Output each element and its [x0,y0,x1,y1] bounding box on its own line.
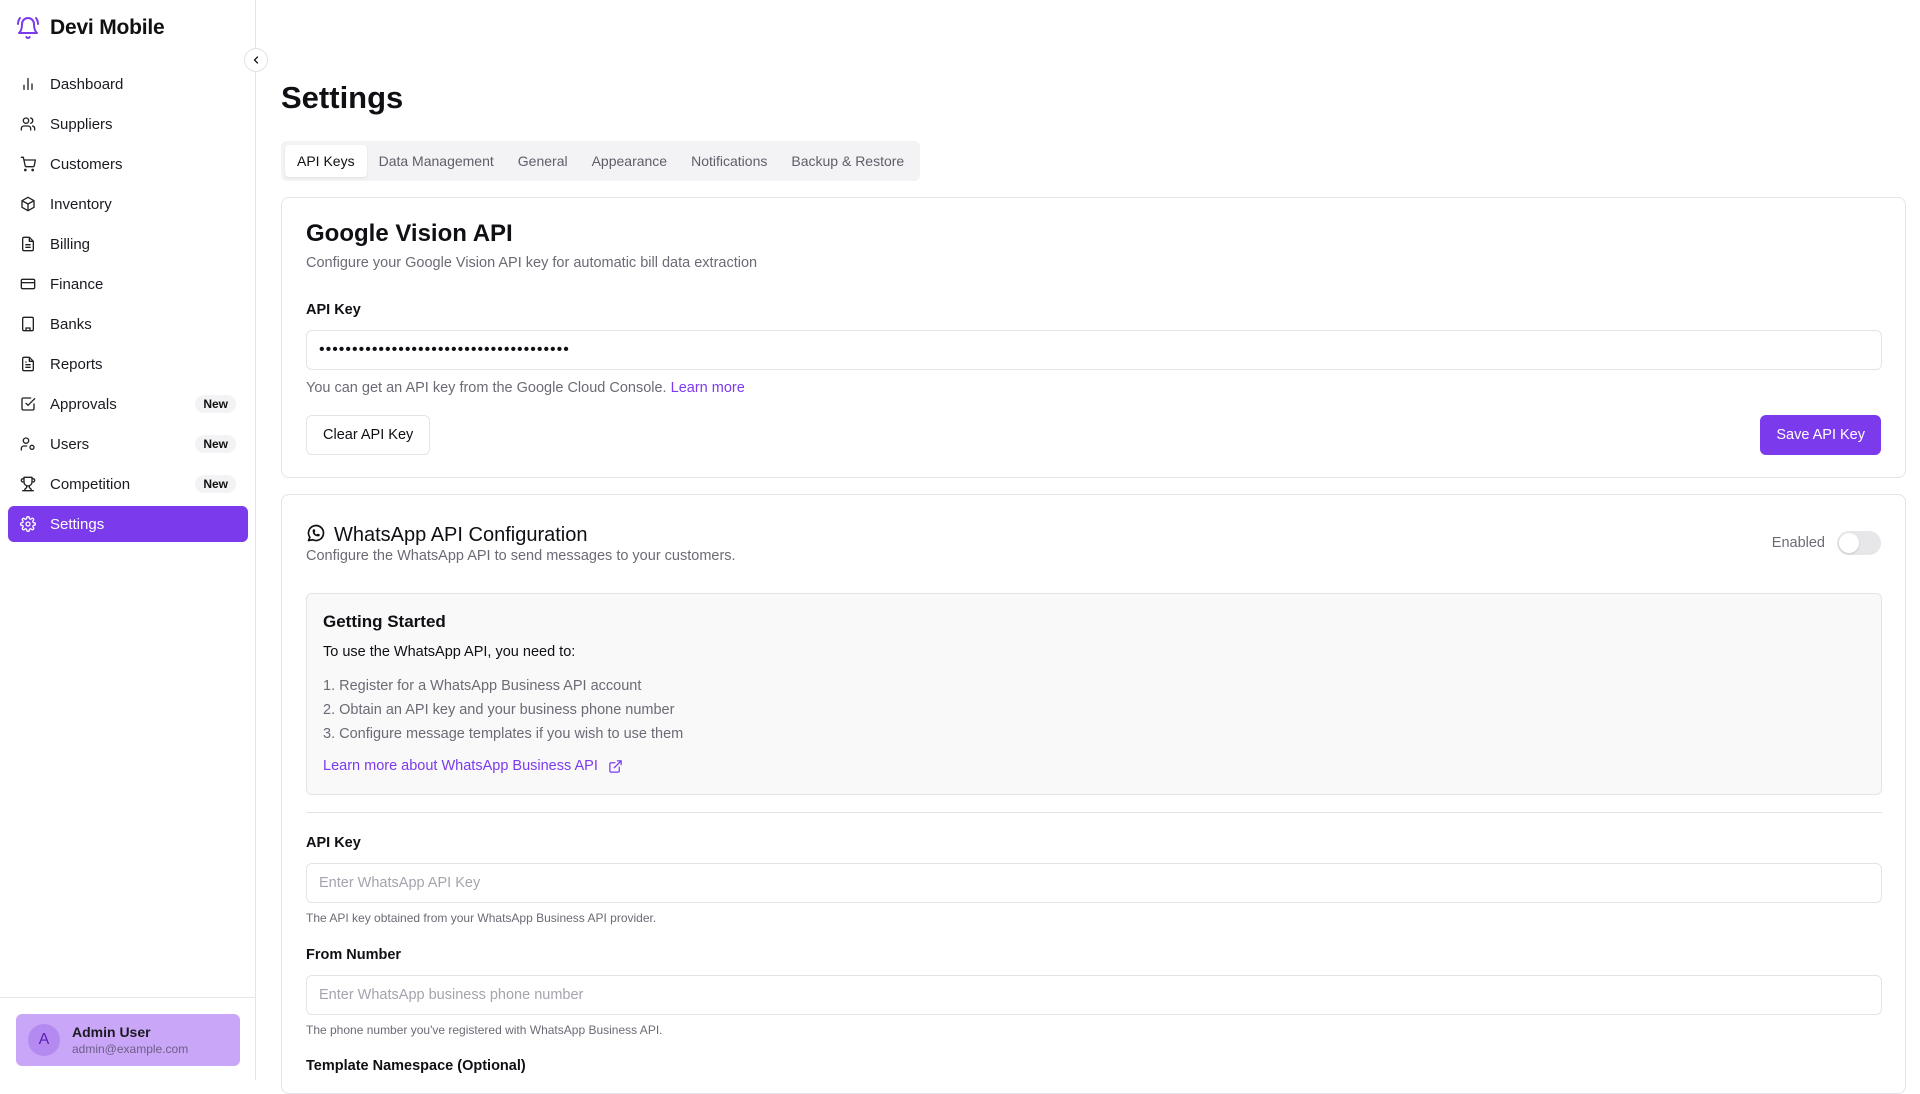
link-text: Learn more about WhatsApp Business API [323,758,598,774]
sidebar-item-users[interactable]: Users New [8,426,248,462]
collapse-sidebar-button[interactable] [244,48,268,72]
whatsapp-icon [306,523,326,548]
new-badge: New [195,435,236,453]
from-number-label: From Number [306,947,402,963]
gear-icon [20,516,36,532]
sidebar-item-dashboard[interactable]: Dashboard [8,66,248,102]
building-icon [20,316,36,332]
cart-icon [20,156,36,172]
enabled-toggle-group: Enabled [1772,531,1881,555]
settings-tabs: API Keys Data Management General Appeara… [281,141,921,181]
card-title: Google Vision API [306,220,513,247]
tab-appearance[interactable]: Appearance [580,145,680,177]
new-badge: New [195,475,236,493]
sidebar-item-label: Customers [50,155,123,173]
app-name: Devi Mobile [50,16,165,39]
from-number-help: The phone number you've registered with … [306,1023,663,1037]
toggle-label: Enabled [1771,535,1825,551]
list-item: 3. Configure message templates if you wi… [323,726,684,742]
sidebar-item-settings[interactable]: Settings [8,506,248,542]
google-vision-card: Google Vision API Configure your Google … [281,197,1906,478]
sidebar-item-reports[interactable]: Reports [8,346,248,382]
clear-api-key-button[interactable]: Clear API Key [306,415,431,455]
new-badge: New [195,395,236,413]
sidebar-item-label: Finance [50,275,104,293]
template-namespace-label: Template Namespace (Optional) [306,1058,526,1074]
toggle-knob [1839,533,1859,553]
save-api-key-button[interactable]: Save API Key [1760,415,1881,455]
sidebar-item-label: Banks [50,315,92,333]
sidebar-item-label: Competition [50,475,131,493]
brand[interactable]: Devi Mobile [16,16,165,40]
sidebar-item-label: Inventory [50,195,112,213]
chevron-left-icon [253,56,259,64]
sidebar: Devi Mobile Dashboard Suppliers Customer… [0,0,268,1080]
tab-notifications[interactable]: Notifications [679,145,779,177]
user-cog-icon [20,436,36,452]
sidebar-item-suppliers[interactable]: Suppliers [8,106,248,142]
vision-api-key-input[interactable] [306,330,1882,370]
card-subtitle: Configure your Google Vision API key for… [306,255,758,271]
sidebar-footer: A Admin User admin@example.com [0,997,256,1080]
sidebar-nav: Dashboard Suppliers Customers Inventory … [8,66,248,546]
sidebar-item-competition[interactable]: Competition New [8,466,248,502]
card-title: WhatsApp API Configuration [334,524,588,546]
chart-bar-icon [20,76,36,92]
api-key-help: You can get an API key from the Google C… [306,380,745,396]
getting-started-steps: 1. Register for a WhatsApp Business API … [323,674,683,746]
sidebar-item-label: Billing [50,235,91,253]
users-icon [20,116,36,132]
learn-more-link[interactable]: Learn more [671,380,745,396]
api-key-label: API Key [306,302,361,318]
tab-api-keys[interactable]: API Keys [285,145,367,177]
from-number-input[interactable] [306,975,1882,1015]
sidebar-item-label: Settings [50,515,105,533]
whatsapp-api-key-label: API Key [306,835,361,851]
api-key-help: The API key obtained from your WhatsApp … [306,911,657,925]
check-square-icon [20,396,36,412]
sidebar-item-label: Dashboard [50,75,124,93]
sidebar-item-approvals[interactable]: Approvals New [8,386,248,422]
trophy-icon [20,476,36,492]
sidebar-item-finance[interactable]: Finance [8,266,248,302]
sidebar-item-inventory[interactable]: Inventory [8,186,248,222]
main-content: Settings API Keys Data Management Genera… [281,0,1906,1094]
tab-backup-restore[interactable]: Backup & Restore [779,145,916,177]
card-subtitle: Configure the WhatsApp API to send messa… [306,548,736,564]
help-text: You can get an API key from the Google C… [306,380,667,396]
divider [306,812,1882,813]
whatsapp-header: WhatsApp API Configuration [306,523,587,548]
box-icon [20,196,36,212]
list-item: 2. Obtain an API key and your business p… [323,702,675,718]
sidebar-item-label: Suppliers [50,115,113,133]
avatar: A [28,1024,60,1056]
sidebar-item-label: Reports [50,355,103,373]
getting-started-title: Getting Started [323,612,446,631]
sidebar-item-banks[interactable]: Banks [8,306,248,342]
getting-started-intro: To use the WhatsApp API, you need to: [323,644,576,660]
sidebar-item-label: Users [50,435,90,453]
user-email: admin@example.com [72,1042,189,1056]
sidebar-item-billing[interactable]: Billing [8,226,248,262]
list-item: 1. Register for a WhatsApp Business API … [323,678,642,694]
credit-card-icon [20,276,36,292]
page-title: Settings [281,80,404,115]
user-profile-card[interactable]: A Admin User admin@example.com [16,1014,240,1066]
sidebar-item-customers[interactable]: Customers [8,146,248,182]
whatsapp-api-key-input[interactable] [306,863,1882,903]
whatsapp-docs-link[interactable]: Learn more about WhatsApp Business API [323,758,623,774]
getting-started-box: Getting Started To use the WhatsApp API,… [306,593,1882,795]
user-name: Admin User [72,1024,151,1040]
tab-general[interactable]: General [506,145,580,177]
bell-icon [16,16,40,40]
external-link-icon [609,759,622,773]
document-icon [20,236,36,252]
enabled-toggle[interactable] [1837,531,1881,555]
file-text-icon [20,356,36,372]
tab-data-management[interactable]: Data Management [367,145,506,177]
whatsapp-card: WhatsApp API Configuration Configure the… [281,494,1906,1094]
sidebar-item-label: Approvals [50,395,117,413]
